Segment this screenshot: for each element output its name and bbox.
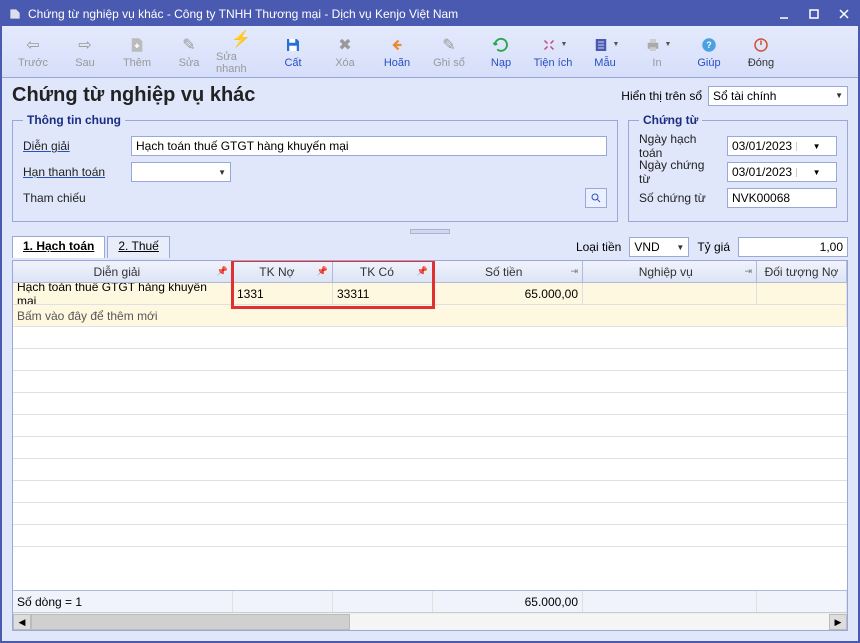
page-title: Chứng từ nghiệp vụ khác — [12, 84, 255, 107]
description-input[interactable] — [131, 136, 607, 156]
help-button[interactable]: ?Giúp — [684, 30, 734, 74]
horizontal-scrollbar[interactable]: ◀ ▶ — [13, 612, 847, 630]
rate-input[interactable] — [738, 237, 848, 257]
titlebar: Chứng từ nghiệp vụ khác - Công ty TNHH T… — [2, 2, 858, 26]
cell-description[interactable]: Hạch toán thuế GTGT hàng khuyến mại — [13, 283, 233, 304]
pin-icon: 📌 — [417, 266, 428, 277]
undo-button[interactable]: Hoãn — [372, 30, 422, 74]
cell-amount[interactable]: 65.000,00 — [433, 283, 583, 304]
toolbar: ⇦Trước ⇨Sau Thêm ✎Sửa ⚡Sửa nhanh Cất ✖Xó… — [2, 26, 858, 78]
pin-icon: ⇥ — [744, 266, 752, 277]
minimize-button[interactable] — [776, 6, 792, 22]
col-header-object[interactable]: Đối tượng Nợ — [757, 261, 847, 282]
col-header-amount[interactable]: Số tiền⇥ — [433, 261, 583, 282]
display-on-select[interactable]: Sổ tài chính ▼ — [708, 86, 848, 106]
close-button[interactable] — [836, 6, 852, 22]
pin-icon: 📌 — [217, 266, 228, 277]
description-label[interactable]: Diễn giải — [23, 139, 123, 153]
reference-lookup-button[interactable] — [585, 188, 607, 208]
next-button[interactable]: ⇨Sau — [60, 30, 110, 74]
cell-object[interactable] — [757, 283, 847, 304]
svg-text:?: ? — [706, 40, 712, 50]
app-icon — [8, 7, 22, 21]
reference-label: Tham chiếu — [23, 191, 123, 205]
footer-total: 65.000,00 — [433, 591, 583, 612]
voucher-group: Chứng từ Ngày hạch toán 03/01/2023 ▼ Ngà… — [628, 113, 848, 222]
display-on-label: Hiển thị trên sổ — [621, 89, 702, 103]
voucher-no-input[interactable] — [727, 188, 837, 208]
grid-row[interactable]: Hạch toán thuế GTGT hàng khuyến mại 1331… — [13, 283, 847, 305]
maximize-button[interactable] — [806, 6, 822, 22]
scroll-left-button[interactable]: ◀ — [13, 614, 31, 630]
template-button[interactable]: ▼Mẫu — [580, 30, 630, 74]
scroll-thumb[interactable] — [31, 614, 350, 630]
exit-button[interactable]: Đóng — [736, 30, 786, 74]
save-button[interactable]: Cất — [268, 30, 318, 74]
voucher-no-label: Số chứng từ — [639, 191, 719, 205]
chevron-down-icon[interactable]: ▼ — [796, 168, 836, 177]
add-button[interactable]: Thêm — [112, 30, 162, 74]
quickedit-button[interactable]: ⚡Sửa nhanh — [216, 30, 266, 74]
payment-term-select[interactable]: ▼ — [131, 162, 231, 182]
col-header-operation[interactable]: Nghiệp vụ⇥ — [583, 261, 757, 282]
currency-label: Loại tiền — [576, 240, 621, 254]
rate-label: Tỷ giá — [697, 240, 730, 254]
acc-date-input[interactable]: 03/01/2023 ▼ — [727, 136, 837, 156]
grid-addnew-row[interactable]: Bấm vào đây để thêm mới — [13, 305, 847, 327]
chevron-down-icon: ▼ — [676, 243, 684, 252]
payment-term-label[interactable]: Hạn thanh toán — [23, 165, 123, 179]
chevron-down-icon: ▼ — [218, 168, 226, 177]
utility-button[interactable]: ▼Tiện ích — [528, 30, 578, 74]
pin-icon: 📌 — [317, 266, 328, 277]
scroll-right-button[interactable]: ▶ — [829, 614, 847, 630]
footer-rowcount: Số dòng = 1 — [13, 591, 233, 612]
window-title: Chứng từ nghiệp vụ khác - Công ty TNHH T… — [28, 7, 458, 21]
voucher-legend: Chứng từ — [639, 113, 702, 127]
chevron-down-icon[interactable]: ▼ — [796, 142, 836, 151]
tab-tax[interactable]: 2. Thuế — [107, 236, 169, 258]
grid-footer: Số dòng = 1 65.000,00 — [13, 590, 847, 612]
general-legend: Thông tin chung — [23, 113, 125, 127]
chevron-down-icon: ▼ — [835, 91, 843, 100]
general-info-group: Thông tin chung Diễn giải Hạn thanh toán… — [12, 113, 618, 222]
print-button[interactable]: ▼In — [632, 30, 682, 74]
pin-icon: ⇥ — [570, 266, 578, 277]
body-area: Chứng từ nghiệp vụ khác Hiển thị trên sổ… — [2, 78, 858, 641]
prev-button[interactable]: ⇦Trước — [8, 30, 58, 74]
delete-button[interactable]: ✖Xóa — [320, 30, 370, 74]
app-window: Chứng từ nghiệp vụ khác - Công ty TNHH T… — [0, 0, 860, 643]
col-header-credit[interactable]: TK Có📌 — [333, 261, 433, 282]
search-icon — [590, 192, 602, 204]
horizontal-splitter[interactable] — [12, 226, 848, 236]
accounting-grid: Diễn giải📌 TK Nợ📌 TK Có📌 Số tiền⇥ Nghiệp… — [12, 260, 848, 631]
voucher-date-label: Ngày chứng từ — [639, 158, 719, 186]
tab-accounting[interactable]: 1. Hạch toán — [12, 236, 105, 258]
cell-credit-acc[interactable]: 33311 — [333, 283, 433, 304]
cell-debit-acc[interactable]: 1331 — [233, 283, 333, 304]
currency-select[interactable]: VND ▼ — [629, 237, 689, 257]
post-button[interactable]: ✎Ghi sổ — [424, 30, 474, 74]
col-header-description[interactable]: Diễn giải📌 — [13, 261, 233, 282]
voucher-date-input[interactable]: 03/01/2023 ▼ — [727, 162, 837, 182]
reload-button[interactable]: Nạp — [476, 30, 526, 74]
acc-date-label: Ngày hạch toán — [639, 132, 719, 160]
col-header-debit[interactable]: TK Nợ📌 — [233, 261, 333, 282]
cell-operation[interactable] — [583, 283, 757, 304]
edit-button[interactable]: ✎Sửa — [164, 30, 214, 74]
